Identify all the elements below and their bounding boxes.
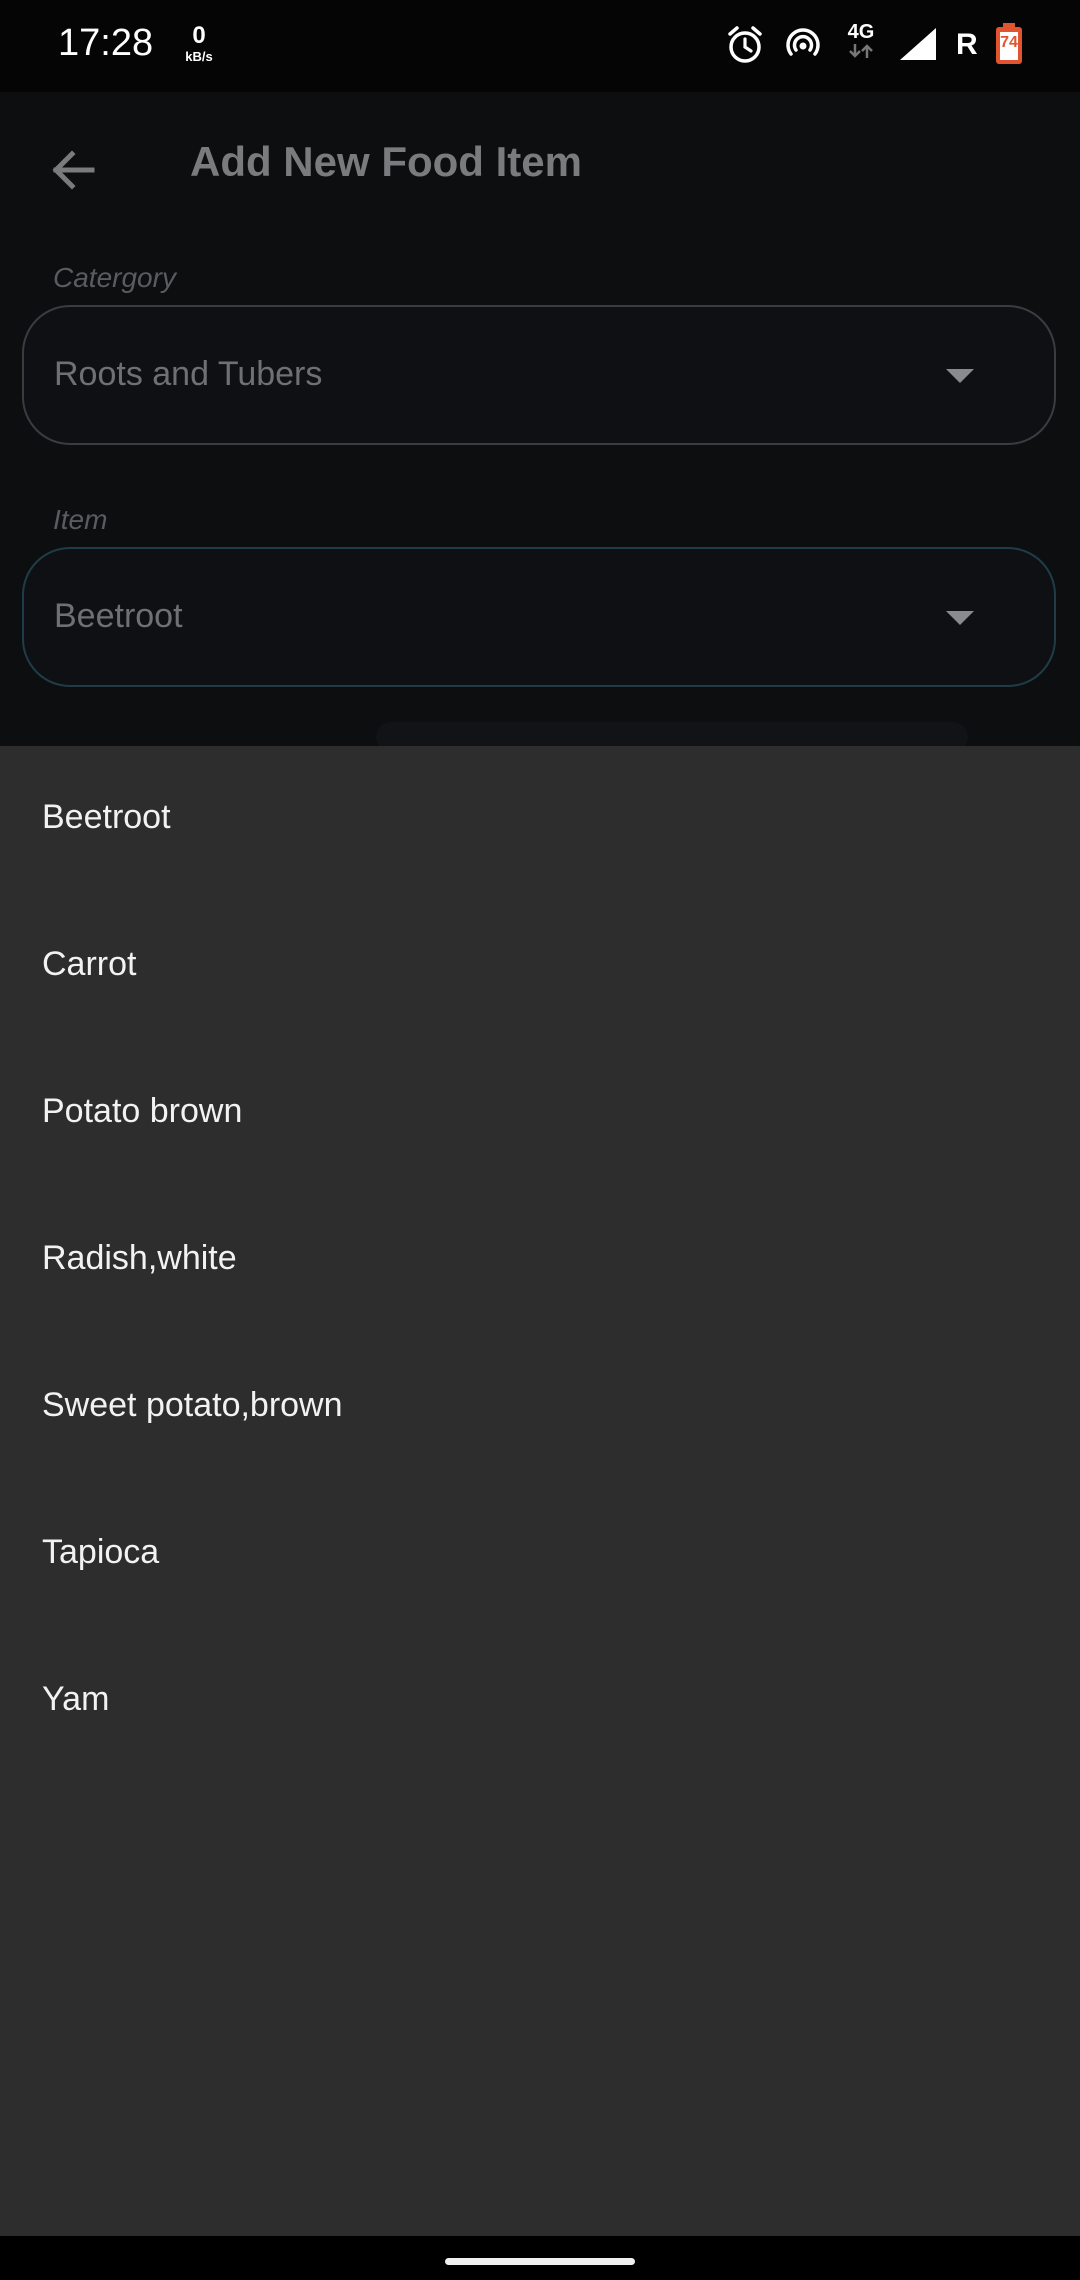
item-dropdown-menu: Beetroot Carrot Potato brown Radish,whit… xyxy=(0,746,1080,2236)
add-food-screen: Add New Food Item Catergory Roots and Tu… xyxy=(0,92,1080,752)
hotspot-icon xyxy=(784,24,822,71)
menu-item-potato-brown[interactable]: Potato brown xyxy=(0,1040,1080,1187)
menu-item-label: Beetroot xyxy=(42,798,171,836)
category-dropdown[interactable]: Roots and Tubers xyxy=(22,305,1056,445)
status-time: 17:28 xyxy=(58,22,154,64)
roaming-indicator: R xyxy=(956,28,978,61)
back-button[interactable] xyxy=(40,136,108,204)
battery-icon: 74 xyxy=(994,22,1024,71)
battery-level: 74 xyxy=(1000,34,1018,51)
arrow-left-icon xyxy=(52,150,95,190)
menu-item-radish-white[interactable]: Radish,white xyxy=(0,1187,1080,1334)
item-value: Beetroot xyxy=(54,597,183,635)
chevron-down-icon xyxy=(946,369,974,383)
menu-item-tapioca[interactable]: Tapioca xyxy=(0,1481,1080,1628)
menu-item-label: Radish,white xyxy=(42,1239,237,1277)
category-label: Catergory xyxy=(53,262,176,293)
home-gesture-handle[interactable] xyxy=(445,2258,635,2265)
network-speed-unit: kB/s xyxy=(185,49,213,64)
network-speed: 0 kB/s xyxy=(182,22,216,64)
item-dropdown[interactable]: Beetroot xyxy=(22,547,1056,687)
menu-item-label: Yam xyxy=(42,1680,110,1718)
signal-icon xyxy=(898,26,938,67)
menu-item-beetroot[interactable]: Beetroot xyxy=(0,746,1080,893)
network-speed-value: 0 xyxy=(192,22,206,49)
network-type-label: 4G xyxy=(847,21,875,43)
menu-item-sweet-potato-brown[interactable]: Sweet potato,brown xyxy=(0,1334,1080,1481)
app-bar: Add New Food Item xyxy=(0,92,1080,232)
menu-item-carrot[interactable]: Carrot xyxy=(0,893,1080,1040)
page-title: Add New Food Item xyxy=(190,138,582,185)
menu-item-label: Tapioca xyxy=(42,1533,160,1571)
menu-item-yam[interactable]: Yam xyxy=(0,1628,1080,1775)
menu-item-label: Carrot xyxy=(42,945,137,983)
navigation-bar xyxy=(0,2236,1080,2280)
status-bar: 17:28 0 kB/s 4G R 74 xyxy=(0,0,1080,92)
data-arrows-icon xyxy=(849,44,873,58)
menu-item-label: Potato brown xyxy=(42,1092,243,1130)
item-label: Item xyxy=(53,504,108,535)
network-type: 4G xyxy=(843,22,879,64)
chevron-down-icon xyxy=(946,611,974,625)
category-value: Roots and Tubers xyxy=(54,355,323,393)
alarm-icon xyxy=(726,24,764,71)
menu-item-label: Sweet potato,brown xyxy=(42,1386,343,1424)
